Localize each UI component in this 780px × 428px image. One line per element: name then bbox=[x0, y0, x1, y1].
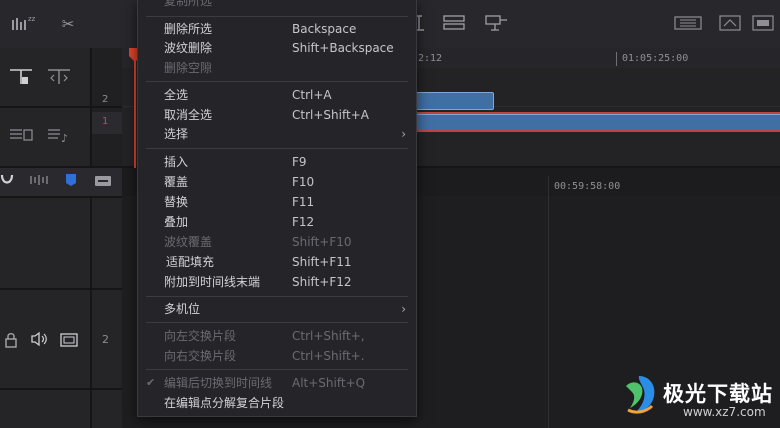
ruler-tick bbox=[548, 176, 549, 428]
menu-item-fit-to-fill[interactable]: 适配填充 Shift+F11 bbox=[138, 252, 416, 272]
menu-item-insert[interactable]: 插入 F9 bbox=[138, 152, 416, 172]
track-number: 2 bbox=[102, 94, 109, 105]
watermark-url: www.xz7.com bbox=[683, 405, 766, 419]
auto-track-audio-icon[interactable]: ♪ bbox=[46, 124, 72, 149]
watermark-title: 极光下载站 bbox=[663, 382, 773, 406]
replace-clip-icon[interactable] bbox=[485, 13, 509, 36]
menu-item-swap-right[interactable]: 向右交换片段 Ctrl+Shift+. bbox=[138, 346, 416, 366]
watermark-logo-icon bbox=[618, 372, 660, 421]
scissors-icon[interactable]: ✂ bbox=[56, 14, 80, 34]
snooze-icon[interactable]: zz bbox=[10, 12, 38, 37]
menu-separator bbox=[146, 16, 408, 17]
context-menu: 复制所选 删除所选 Backspace 波纹删除 Shift+Backspace 删… bbox=[137, 0, 417, 417]
track-row-divider bbox=[0, 288, 122, 290]
position-lock-icon[interactable] bbox=[46, 66, 72, 91]
menu-item-delete-selected[interactable]: 删除所选 Backspace bbox=[138, 19, 416, 39]
ruler-timecode: 01:05:25:00 bbox=[622, 53, 689, 64]
flag-marker-icon[interactable] bbox=[64, 173, 78, 190]
menu-item-switch-to-timeline-after-edit[interactable]: ✔ 编辑后切换到时间线 Alt+Shift+Q bbox=[138, 373, 416, 393]
track-number: 2 bbox=[102, 333, 109, 346]
check-icon: ✔ bbox=[146, 376, 156, 389]
link-selection-icon[interactable] bbox=[8, 66, 34, 91]
film-strip-icon[interactable] bbox=[60, 333, 78, 350]
menu-item-append-to-end[interactable]: 附加到时间线末端 Shift+F12 bbox=[138, 272, 416, 292]
ruler-timecode: 2:12 bbox=[418, 53, 443, 64]
track-header-divider bbox=[90, 198, 92, 428]
lock-icon[interactable] bbox=[4, 332, 18, 351]
overwrite-clip-icon[interactable] bbox=[443, 14, 465, 35]
speaker-icon[interactable] bbox=[30, 331, 50, 350]
menu-separator bbox=[146, 296, 408, 297]
zoom-full-icon[interactable] bbox=[752, 15, 774, 34]
playhead[interactable] bbox=[134, 48, 136, 168]
menu-separator bbox=[146, 148, 408, 149]
linked-selection-icon[interactable] bbox=[29, 174, 49, 189]
ruler-tick bbox=[616, 52, 617, 66]
menu-separator bbox=[146, 322, 408, 323]
track-number: 1 bbox=[102, 116, 109, 127]
menu-item-ripple-overwrite[interactable]: 波纹覆盖 Shift+F10 bbox=[138, 232, 416, 252]
auto-track-video-icon[interactable] bbox=[8, 124, 34, 149]
lock-track-icon[interactable] bbox=[94, 175, 112, 190]
menu-item-place-on-top[interactable]: 叠加 F12 bbox=[138, 212, 416, 232]
menu-item-ripple-delete[interactable]: 波纹删除 Shift+Backspace bbox=[138, 38, 416, 58]
ruler-timecode: 00:59:58:00 bbox=[554, 181, 621, 192]
svg-text:♪: ♪ bbox=[61, 132, 68, 145]
track-number-column bbox=[92, 48, 122, 168]
chevron-right-icon: › bbox=[401, 302, 406, 316]
menu-item-delete-gaps[interactable]: 删除空隙 bbox=[138, 58, 416, 78]
menu-separator bbox=[146, 369, 408, 370]
menu-item-decompose-compound-at-edit[interactable]: 在编辑点分解复合片段 bbox=[138, 393, 416, 413]
track-height-icon[interactable] bbox=[674, 15, 702, 34]
track-row-divider bbox=[0, 196, 122, 198]
snap-icon[interactable] bbox=[0, 172, 14, 191]
menu-item-overwrite[interactable]: 覆盖 F10 bbox=[138, 172, 416, 192]
track-row-divider bbox=[0, 388, 122, 390]
svg-text:zz: zz bbox=[28, 15, 36, 23]
menu-item-swap-left[interactable]: 向左交换片段 Ctrl+Shift+, bbox=[138, 326, 416, 346]
menu-item-deselect-all[interactable]: 取消全选 Ctrl+Shift+A bbox=[138, 105, 416, 125]
menu-item-multicam[interactable]: 多机位 › bbox=[138, 299, 416, 319]
track-row-divider bbox=[0, 106, 122, 108]
menu-item-select[interactable]: 选择 › bbox=[138, 124, 416, 144]
menu-item-duplicate[interactable]: 复制所选 bbox=[138, 0, 416, 11]
clip-border-bottom bbox=[410, 130, 780, 132]
menu-separator bbox=[146, 81, 408, 82]
menu-item-replace[interactable]: 替换 F11 bbox=[138, 192, 416, 212]
zoom-in-icon[interactable] bbox=[719, 15, 741, 34]
menu-item-select-all[interactable]: 全选 Ctrl+A bbox=[138, 85, 416, 105]
video-clip[interactable] bbox=[410, 92, 494, 110]
chevron-right-icon: › bbox=[401, 127, 406, 141]
